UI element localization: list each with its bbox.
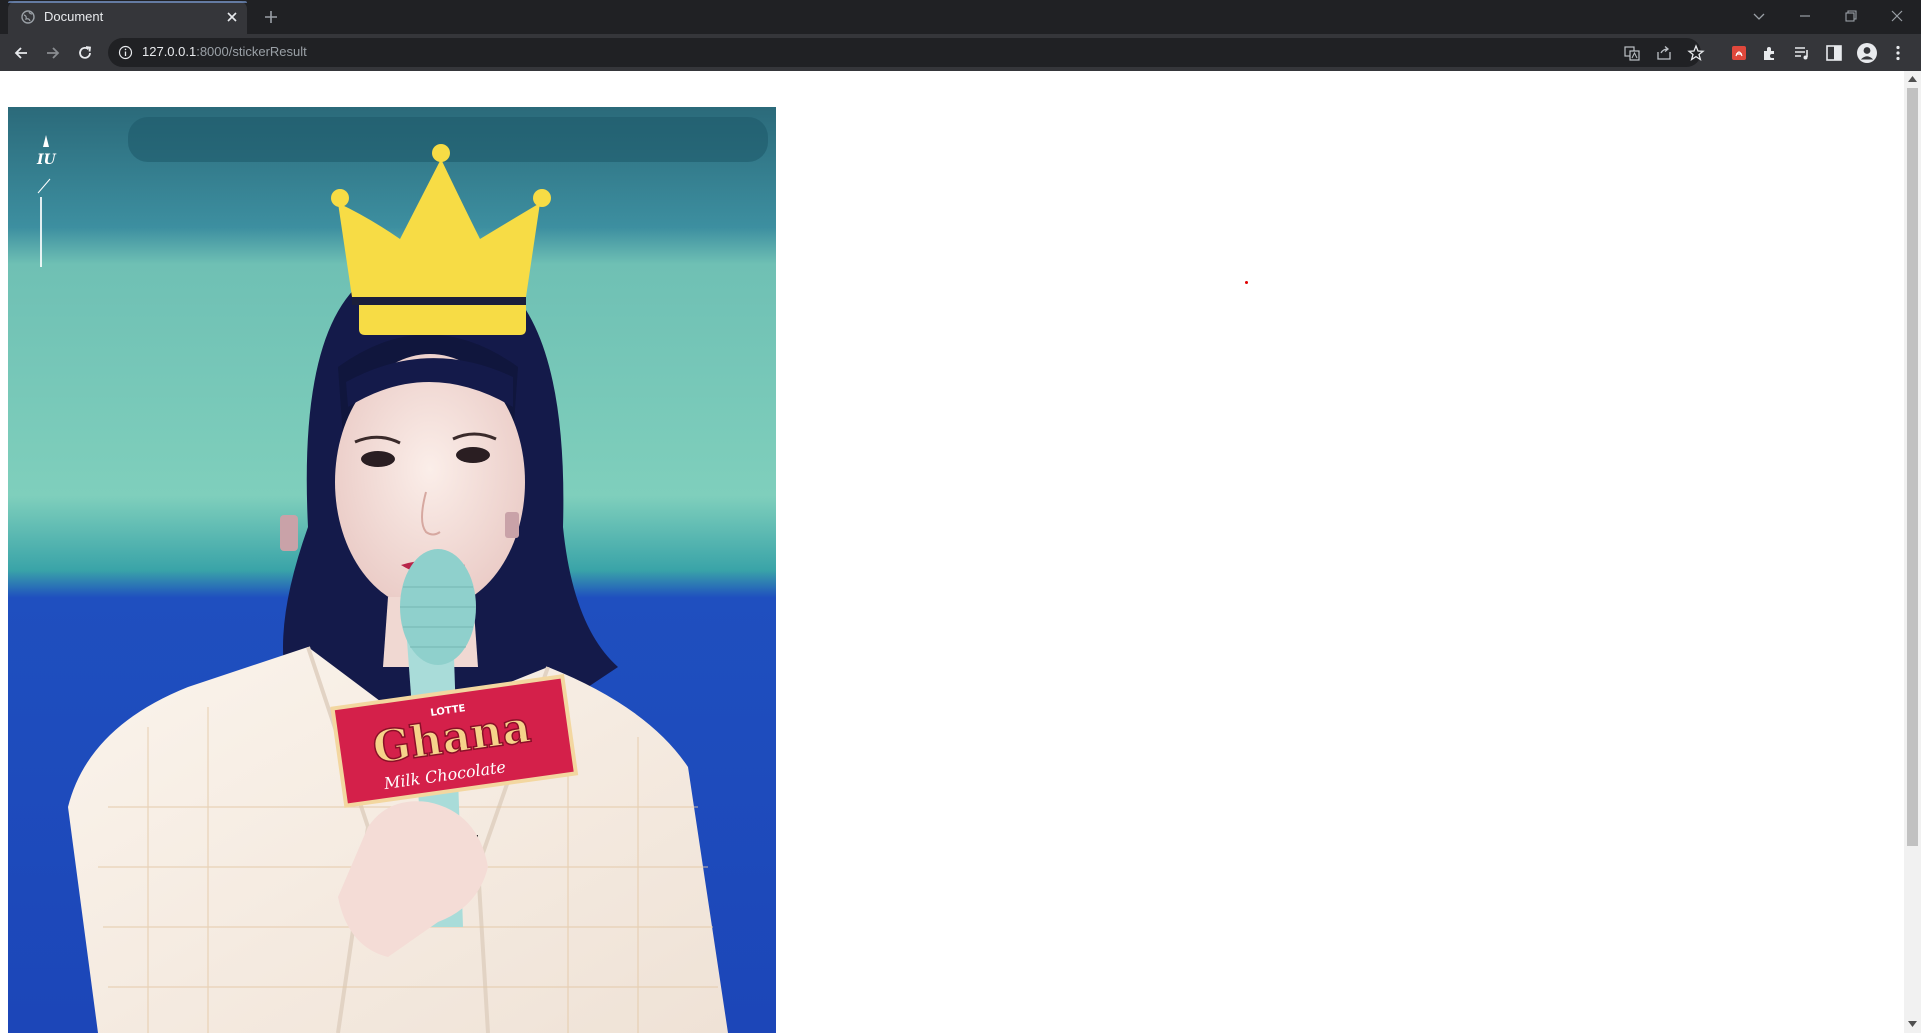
address-bar[interactable]: 127.0.0.1:8000/stickerResult [108,38,1705,67]
more-vert-icon[interactable] [1888,43,1908,63]
tab-accent [8,1,247,3]
reload-icon[interactable] [75,43,95,63]
media-queue-icon[interactable] [1792,43,1812,63]
tab-title: Document [44,9,104,24]
browser-toolbar: 127.0.0.1:8000/stickerResult [0,34,1921,71]
close-icon[interactable] [224,9,240,25]
watermark-text: IU [36,152,57,168]
scroll-down-arrow-icon[interactable] [1908,1021,1917,1027]
minimize-icon[interactable] [1795,6,1815,26]
window-close-icon[interactable] [1887,6,1907,26]
sticker-result-photo: IU LOTTE Ghana Milk Chocolate [8,107,776,1033]
scrollbar-thumb[interactable] [1907,88,1918,846]
marker-dot [1245,281,1248,284]
restore-icon[interactable] [1841,6,1861,26]
plus-icon[interactable] [261,7,281,27]
arrow-right-icon[interactable] [43,43,63,63]
star-icon[interactable] [1687,44,1705,62]
info-icon[interactable] [118,45,133,60]
tab-strip: Document [0,0,1921,34]
translate-icon[interactable] [1623,44,1641,62]
browser-tab[interactable]: Document [8,1,247,34]
puzzle-icon[interactable] [1760,43,1780,63]
url-path: :8000/stickerResult [196,44,307,59]
side-panel-icon[interactable] [1824,43,1844,63]
chevron-down-icon[interactable] [1749,6,1769,26]
scroll-up-arrow-icon[interactable] [1908,76,1917,82]
profile-avatar-icon[interactable] [1856,42,1878,64]
pdf-extension-icon[interactable] [1729,43,1749,63]
url-host: 127.0.0.1 [142,44,197,59]
page-viewport: IU LOTTE Ghana Milk Chocolate [0,71,1921,1033]
url-text[interactable]: 127.0.0.1:8000/stickerResult [142,44,307,59]
share-icon[interactable] [1655,44,1673,62]
arrow-left-icon[interactable] [11,43,31,63]
globe-icon [21,10,35,24]
vertical-scrollbar[interactable] [1904,71,1921,1033]
